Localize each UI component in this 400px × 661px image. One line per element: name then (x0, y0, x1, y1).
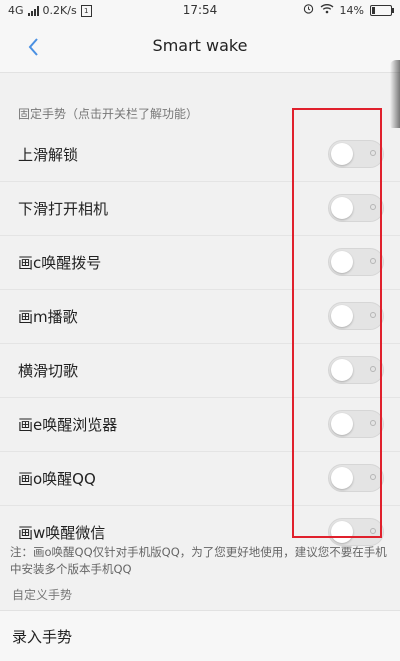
page-title: Smart wake (152, 36, 248, 55)
battery-percent: 14% (339, 3, 364, 17)
gesture-label: 画w唤醒微信 (18, 524, 106, 542)
gesture-label: 上滑解锁 (18, 146, 79, 164)
gesture-label: 画c唤醒拨号 (18, 254, 102, 272)
fixed-gestures-header: 固定手势（点击开关栏了解功能） (18, 107, 199, 121)
qq-note: 注：画o唤醒QQ仅针对手机版QQ，为了您更好地使用，建议您不要在手机中安装多个版… (10, 545, 387, 576)
record-gesture-label: 录入手势 (12, 628, 73, 646)
gesture-label: 下滑打开相机 (18, 200, 109, 218)
record-gesture-row[interactable]: 录入手势 (0, 610, 400, 661)
nav-bar: Smart wake (0, 22, 400, 73)
alarm-icon (303, 3, 314, 17)
custom-gestures-header: 自定义手势 (12, 588, 73, 602)
gesture-label: 横滑切歌 (18, 362, 79, 380)
gesture-label: 画o唤醒QQ (18, 470, 96, 488)
battery-icon (370, 4, 394, 16)
highlight-box (292, 108, 382, 538)
status-bar: 4G 0.2K/s 1 17:54 14% (0, 0, 400, 22)
gesture-label: 画e唤醒浏览器 (18, 416, 118, 434)
finger-shadow (390, 60, 400, 130)
gesture-label: 画m播歌 (18, 308, 78, 326)
wifi-icon (320, 3, 334, 17)
